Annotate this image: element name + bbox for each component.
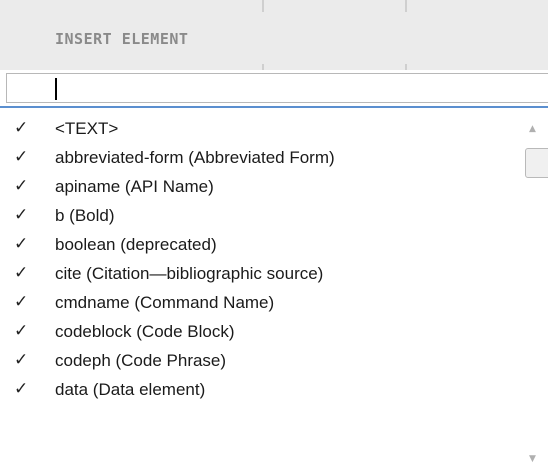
list-item-label: cmdname (Command Name) bbox=[55, 293, 275, 312]
list-item-label: <TEXT> bbox=[55, 119, 119, 138]
list-item-label: codeph (Code Phrase) bbox=[55, 351, 227, 370]
list-item-label: apiname (API Name) bbox=[55, 177, 214, 196]
text-cursor bbox=[55, 78, 57, 100]
header-divider bbox=[405, 0, 407, 12]
element-list: ✓ <TEXT> ✓ abbreviated-form (Abbreviated Fo… bbox=[0, 114, 520, 471]
list-item-label: data (Data element) bbox=[55, 380, 206, 399]
checkmark-icon: ✓ bbox=[14, 292, 29, 312]
dialog-title: INSERT ELEMENT bbox=[55, 30, 189, 48]
list-item[interactable]: ✓ apiname (API Name) bbox=[0, 172, 520, 201]
list-item[interactable]: ✓ cmdname (Command Name) bbox=[0, 288, 520, 317]
search-focus-underline bbox=[0, 106, 548, 108]
list-item-label: cite (Citation—bibliographic source) bbox=[55, 264, 324, 283]
checkmark-icon: ✓ bbox=[14, 147, 29, 167]
scroll-down-arrow-icon[interactable]: ▼ bbox=[529, 454, 536, 464]
list-item[interactable]: ✓ data (Data element) bbox=[0, 375, 520, 404]
checkmark-icon: ✓ bbox=[14, 205, 29, 225]
list-scrollbar[interactable]: ▲ ▼ bbox=[524, 118, 548, 471]
list-item[interactable]: ✓ codeblock (Code Block) bbox=[0, 317, 520, 346]
checkmark-icon: ✓ bbox=[14, 379, 29, 399]
scroll-thumb[interactable] bbox=[525, 148, 548, 178]
list-item[interactable]: ✓ <TEXT> bbox=[0, 114, 520, 143]
list-item-label: b (Bold) bbox=[55, 206, 115, 225]
list-item[interactable]: ✓ boolean (deprecated) bbox=[0, 230, 520, 259]
checkmark-icon: ✓ bbox=[14, 263, 29, 283]
list-item-label: abbreviated-form (Abbreviated Form) bbox=[55, 148, 335, 167]
dialog-header: INSERT ELEMENT bbox=[0, 0, 548, 70]
search-row bbox=[0, 70, 548, 108]
checkmark-icon: ✓ bbox=[14, 321, 29, 341]
list-item[interactable]: ✓ abbreviated-form (Abbreviated Form) bbox=[0, 143, 520, 172]
list-item-label: codeblock (Code Block) bbox=[55, 322, 235, 341]
header-divider bbox=[262, 0, 264, 12]
element-search-input[interactable] bbox=[6, 73, 548, 103]
list-item-label: boolean (deprecated) bbox=[55, 235, 217, 254]
list-item[interactable]: ✓ codeph (Code Phrase) bbox=[0, 346, 520, 375]
list-item[interactable]: ✓ cite (Citation—bibliographic source) bbox=[0, 259, 520, 288]
checkmark-icon: ✓ bbox=[14, 118, 29, 138]
insert-element-dialog: INSERT ELEMENT ✓ <TEXT> ✓ abbreviated-form … bbox=[0, 0, 548, 471]
checkmark-icon: ✓ bbox=[14, 234, 29, 254]
scroll-up-arrow-icon[interactable]: ▲ bbox=[529, 124, 536, 134]
checkmark-icon: ✓ bbox=[14, 350, 29, 370]
checkmark-icon: ✓ bbox=[14, 176, 29, 196]
list-item[interactable]: ✓ b (Bold) bbox=[0, 201, 520, 230]
